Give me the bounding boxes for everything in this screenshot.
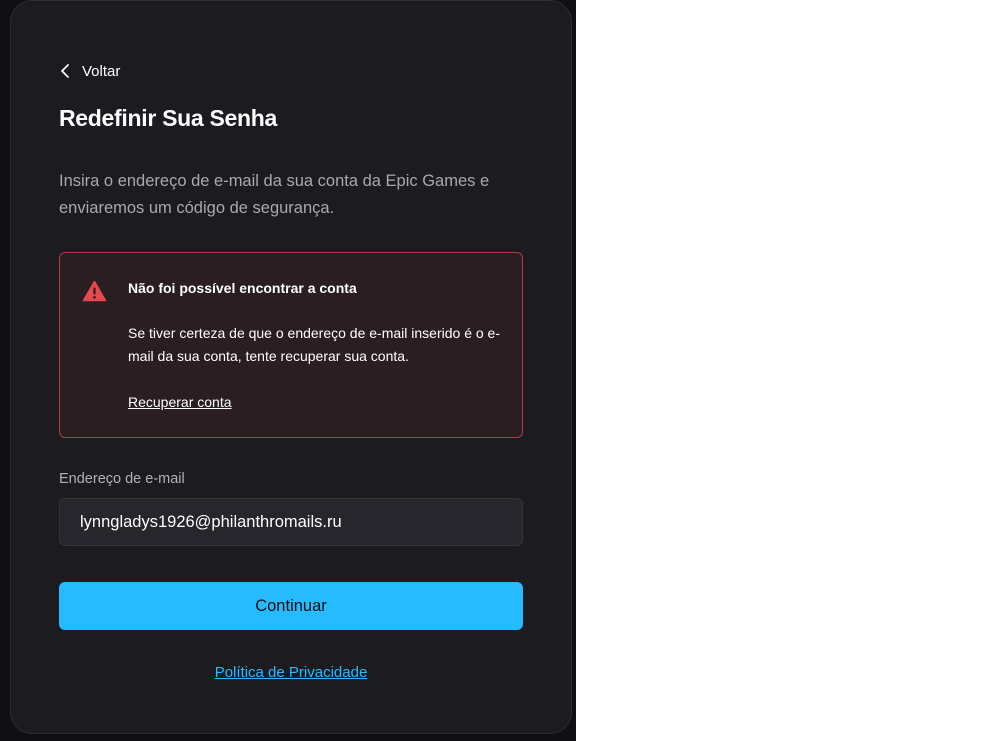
page-title: Redefinir Sua Senha [59,105,277,131]
page-description: Insira o endereço de e-mail da sua conta… [59,172,490,217]
alert-body: Se tiver certeza de que o endereço de e-… [128,325,500,364]
error-alert: Não foi possível encontrar a conta Se ti… [59,252,523,438]
recover-account-link[interactable]: Recuperar conta [128,394,232,410]
back-button[interactable]: Voltar [60,60,120,82]
chevron-left-icon [61,64,69,78]
email-field[interactable] [59,498,523,546]
privacy-policy-link[interactable]: Política de Privacidade [215,664,368,681]
continue-button[interactable]: Continuar [59,582,523,630]
back-label: Voltar [82,62,121,80]
warning-triangle-icon [82,280,107,302]
alert-title: Não foi possível encontrar a conta [128,280,357,296]
email-field-label: Endereço de e-mail [59,471,185,487]
privacy-policy-row: Política de Privacidade [0,664,582,681]
